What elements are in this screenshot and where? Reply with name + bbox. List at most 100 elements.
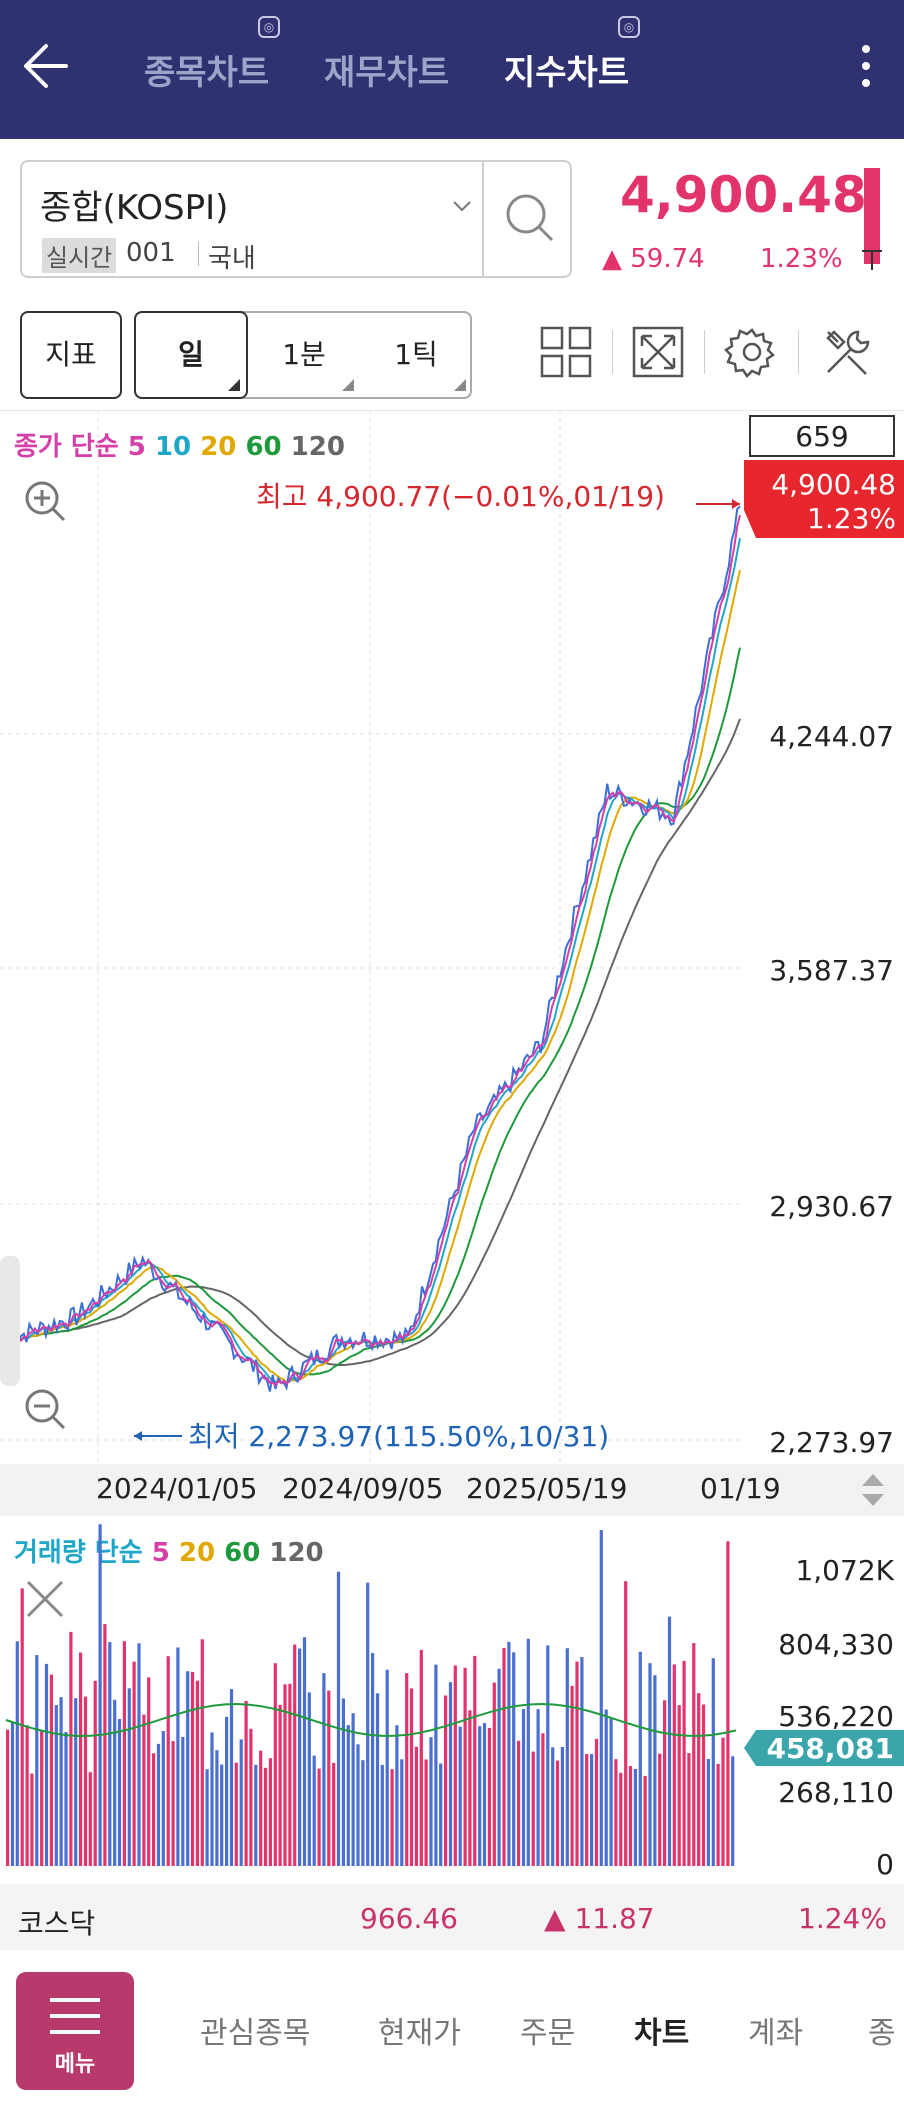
volume-bar <box>268 1758 272 1866</box>
nav-current-price[interactable]: 현재가 <box>378 2008 461 2052</box>
close-line <box>9 505 741 1392</box>
volume-bar <box>701 1704 706 1866</box>
quote-change: ▲ 11.87 <box>544 1902 655 1935</box>
volume-bar <box>147 1677 151 1866</box>
volume-bar <box>604 1709 608 1866</box>
volume-bar <box>137 1643 141 1866</box>
volume-bar <box>711 1658 715 1866</box>
hamburger-icon-bar <box>50 2014 100 2018</box>
vol-y-tick-label: 804,330 <box>778 1628 894 1661</box>
stock-selector[interactable]: 종합(KOSPI) 실시간 001 국내 <box>20 160 572 278</box>
count-box-text: 659 <box>795 420 848 453</box>
period-1tick-button[interactable]: 1틱 <box>360 313 472 397</box>
stock-name: 종합(KOSPI) <box>40 188 229 228</box>
volume-bar <box>585 1754 589 1866</box>
volume-bar <box>643 1775 647 1866</box>
volume-bar <box>526 1638 530 1866</box>
volume-bar <box>716 1763 720 1866</box>
market-label: 국내 <box>208 244 256 274</box>
chevron-down-icon[interactable] <box>452 198 471 214</box>
settings-gear-icon[interactable] <box>722 322 782 382</box>
volume-bar <box>517 1740 521 1866</box>
chart-resize-icon[interactable] <box>858 1470 888 1510</box>
nav-more[interactable]: 종 <box>868 2008 896 2052</box>
volume-bar <box>59 1697 63 1866</box>
volume-bar <box>575 1661 579 1866</box>
tab-stock-chart[interactable]: 종목차트 <box>144 45 269 94</box>
volume-bar <box>580 1657 584 1866</box>
more-menu-icon[interactable] <box>856 40 876 98</box>
volume-bar <box>487 1727 491 1866</box>
volume-bar <box>44 1663 49 1866</box>
nav-watchlist[interactable]: 관심종목 <box>200 2008 310 2052</box>
volume-bar <box>88 1772 92 1866</box>
layout-grid-icon[interactable] <box>536 322 596 382</box>
dropdown-corner-icon <box>228 379 240 391</box>
tab-badge-icon: ◎ <box>618 16 640 38</box>
volume-bar <box>93 1680 97 1866</box>
volume-bar <box>302 1637 307 1866</box>
nav-chart[interactable]: 차트 <box>634 2008 689 2052</box>
price-change: ▲ 59.74 <box>602 244 705 274</box>
volume-bar <box>317 1768 321 1866</box>
tab-index-chart[interactable]: 지수차트 <box>504 45 629 94</box>
volume-bar <box>288 1683 292 1866</box>
volume-bar <box>181 1737 185 1866</box>
nav-order[interactable]: 주문 <box>520 2008 575 2052</box>
volume-bar <box>560 1747 564 1866</box>
price-chart[interactable]: 659 4,900.48 1.23% 최고 4,900.77(−0.01%,01… <box>0 410 904 1470</box>
zoom-in-icon[interactable] <box>25 481 66 522</box>
volume-bar <box>658 1753 662 1866</box>
volume-bar <box>152 1753 156 1866</box>
dropdown-corner-icon <box>454 379 466 391</box>
volume-bar <box>663 1700 667 1866</box>
menu-button[interactable]: 메뉴 <box>16 1972 134 2090</box>
volume-bar <box>98 1524 102 1866</box>
kosdaq-quote-bar[interactable]: 코스닥 966.46 ▲ 11.87 1.24% <box>0 1884 904 1950</box>
volume-current-tag-text: 458,081 <box>766 1732 894 1765</box>
tab-financial-chart[interactable]: 재무차트 <box>324 45 449 94</box>
volume-bars-group <box>5 1524 737 1866</box>
volume-bar <box>54 1705 58 1866</box>
back-arrow-icon[interactable] <box>20 38 76 94</box>
zoom-out-icon[interactable] <box>25 1389 66 1430</box>
volume-bar <box>594 1738 599 1866</box>
volume-bar <box>117 1719 122 1866</box>
volume-bar <box>614 1759 618 1866</box>
volume-bar <box>254 1764 258 1866</box>
scroll-handle[interactable] <box>0 1256 20 1386</box>
period-label: 1분 <box>282 338 326 371</box>
volume-bar <box>127 1688 131 1866</box>
search-button[interactable] <box>482 160 574 278</box>
fullscreen-icon[interactable] <box>628 322 688 382</box>
volume-bar <box>356 1744 360 1866</box>
volume-bar <box>409 1688 414 1866</box>
volume-bar <box>142 1714 146 1866</box>
price-gridlines <box>0 410 744 1462</box>
volume-bar <box>171 1741 175 1866</box>
volume-bar <box>200 1639 204 1866</box>
toolbar-separator <box>704 330 705 374</box>
volume-chart[interactable]: 1,072K 804,330 536,220 268,110 0 458,081 <box>0 1520 904 1880</box>
volume-bar <box>259 1750 263 1866</box>
volume-bar <box>531 1751 535 1866</box>
high-annotation: 최고 4,900.77(−0.01%,01/19) <box>256 480 665 513</box>
ma120-line <box>9 718 741 1367</box>
quote-price: 966.46 <box>360 1902 458 1935</box>
volume-bar <box>672 1664 676 1866</box>
period-day-button[interactable]: 일 <box>134 311 248 399</box>
period-1min-button[interactable]: 1분 <box>248 313 360 397</box>
volume-bar <box>346 1725 350 1866</box>
indicator-button[interactable]: 지표 <box>20 311 122 399</box>
volume-bar <box>400 1759 404 1866</box>
nav-account[interactable]: 계좌 <box>748 2008 803 2052</box>
volume-bar <box>15 1641 19 1866</box>
separator <box>198 242 199 266</box>
volume-bar <box>190 1671 195 1866</box>
volume-bar <box>628 1766 633 1866</box>
tools-wrench-icon[interactable] <box>818 322 878 382</box>
volume-bar <box>541 1733 545 1866</box>
tab-badge-icon: ◎ <box>258 16 280 38</box>
volume-bar <box>448 1682 453 1866</box>
close-icon[interactable] <box>26 1580 64 1618</box>
